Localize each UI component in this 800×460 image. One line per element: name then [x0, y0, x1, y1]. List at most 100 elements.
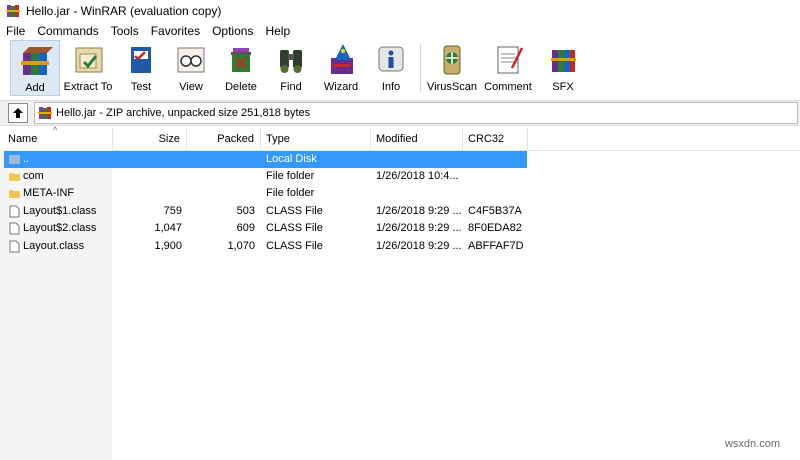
wizard-button[interactable]: Wizard	[316, 40, 366, 96]
address-field[interactable]: Hello.jar - ZIP archive, unpacked size 2…	[34, 102, 798, 124]
comment-label: Comment	[484, 81, 532, 93]
file-packed	[187, 151, 255, 168]
virusscan-button[interactable]: VirusScan	[425, 40, 479, 96]
title-bar: Hello.jar - WinRAR (evaluation copy)	[0, 0, 800, 22]
comment-notepad-icon	[497, 46, 524, 74]
archive-icon	[38, 107, 52, 119]
file-packed	[187, 168, 255, 185]
winrar-app-icon	[6, 5, 20, 17]
file-name: Layout.class	[23, 240, 85, 252]
address-text: Hello.jar - ZIP archive, unpacked size 2…	[56, 107, 311, 119]
add-button[interactable]: Add	[10, 40, 60, 96]
file-name: Layout$2.class	[23, 222, 97, 234]
binoculars-icon	[280, 50, 302, 73]
column-modified[interactable]: Modified	[371, 128, 463, 150]
file-size: 1,900	[154, 240, 182, 252]
virusscan-label: VirusScan	[427, 81, 477, 93]
file-crc: ABFFAF7D	[468, 240, 524, 252]
file-crc	[468, 168, 526, 185]
info-icon	[378, 46, 404, 72]
info-button[interactable]: Info	[366, 40, 416, 96]
menu-bar: File Commands Tools Favorites Options He…	[0, 22, 800, 40]
column-size[interactable]: Size	[113, 128, 187, 150]
file-modified: 1/26/2018 10:4...	[376, 170, 459, 182]
find-button[interactable]: Find	[266, 40, 316, 96]
file-modified: 1/26/2018 9:29 ...	[376, 240, 462, 252]
menu-commands[interactable]: Commands	[31, 22, 104, 40]
file-name: META-INF	[23, 187, 75, 199]
delete-bin-icon	[231, 48, 251, 72]
file-icon	[9, 205, 20, 218]
file-icon	[9, 240, 20, 253]
watermark: wsxdn.com	[724, 438, 780, 450]
find-label: Find	[280, 81, 302, 93]
address-bar: Hello.jar - ZIP archive, unpacked size 2…	[0, 100, 800, 126]
file-row-layout1[interactable]: Layout$1.class 759 503 CLASS File 1/26/2…	[4, 203, 527, 220]
file-packed: 503	[236, 205, 255, 217]
file-crc	[468, 185, 526, 202]
file-icon	[9, 222, 20, 235]
add-books-icon	[21, 47, 53, 75]
test-label: Test	[130, 81, 152, 93]
wizard-hat-icon	[331, 44, 353, 74]
extract-folder-icon	[75, 47, 103, 73]
file-size	[113, 185, 182, 202]
wizard-label: Wizard	[323, 81, 359, 93]
file-row-layout[interactable]: Layout.class 1,900 1,070 CLASS File 1/26…	[4, 238, 527, 255]
file-crc	[468, 151, 526, 168]
menu-favorites[interactable]: Favorites	[145, 22, 206, 40]
menu-tools[interactable]: Tools	[105, 22, 145, 40]
file-row-layout2[interactable]: Layout$2.class 1,047 609 CLASS File 1/26…	[4, 220, 527, 237]
file-type: File folder	[266, 187, 315, 199]
folder-icon	[9, 173, 20, 181]
file-size: 759	[163, 205, 182, 217]
test-button[interactable]: Test	[116, 40, 166, 96]
view-button[interactable]: View	[166, 40, 216, 96]
file-size: 1,047	[154, 222, 182, 234]
column-crc32[interactable]: CRC32	[463, 128, 528, 150]
up-arrow-icon	[13, 108, 23, 118]
info-label: Info	[381, 81, 401, 93]
file-modified: 1/26/2018 9:29 ...	[376, 222, 462, 234]
menu-options[interactable]: Options	[206, 22, 259, 40]
view-glasses-icon	[177, 47, 205, 73]
file-name: Layout$1.class	[23, 205, 97, 217]
file-type: CLASS File	[266, 222, 323, 234]
window-title: Hello.jar - WinRAR (evaluation copy)	[26, 4, 222, 18]
column-type[interactable]: Type	[261, 128, 371, 150]
file-modified	[376, 151, 464, 168]
extract-to-label: Extract To	[63, 81, 113, 93]
comment-button[interactable]: Comment	[479, 40, 537, 96]
toolbar-separator	[420, 44, 421, 92]
file-crc: 8F0EDA82	[468, 222, 522, 234]
test-book-icon	[131, 47, 151, 73]
file-packed: 609	[236, 222, 255, 234]
add-label: Add	[25, 82, 45, 94]
file-row-meta-inf[interactable]: META-INF File folder	[4, 185, 527, 202]
file-packed: 1,070	[227, 240, 255, 252]
up-directory-icon	[9, 155, 20, 164]
column-packed[interactable]: Packed	[187, 128, 261, 150]
toolbar: Add Extract To Test View Delete Find Wiz…	[0, 40, 800, 98]
column-header-row: ^ Name Size Packed Type Modified CRC32	[0, 125, 800, 151]
menu-file[interactable]: File	[0, 22, 31, 40]
extract-to-button[interactable]: Extract To	[60, 40, 116, 96]
column-name[interactable]: Name	[0, 128, 113, 150]
file-row-com[interactable]: com File folder 1/26/2018 10:4...	[4, 168, 527, 185]
file-crc: C4F5B37A	[468, 205, 522, 217]
file-type: CLASS File	[266, 240, 323, 252]
sfx-label: SFX	[552, 81, 574, 93]
file-row-updir[interactable]: .. Local Disk	[4, 151, 527, 168]
up-folder-button[interactable]	[8, 103, 28, 123]
file-modified	[376, 185, 464, 202]
menu-help[interactable]: Help	[259, 22, 296, 40]
sfx-button[interactable]: SFX	[537, 40, 589, 96]
file-size	[113, 168, 182, 185]
file-modified: 1/26/2018 9:29 ...	[376, 205, 462, 217]
file-type: CLASS File	[266, 205, 323, 217]
folder-icon	[9, 190, 20, 198]
sfx-books-icon	[551, 50, 576, 72]
delete-button[interactable]: Delete	[216, 40, 266, 96]
virusscan-icon	[443, 45, 461, 75]
file-name: com	[23, 170, 44, 182]
